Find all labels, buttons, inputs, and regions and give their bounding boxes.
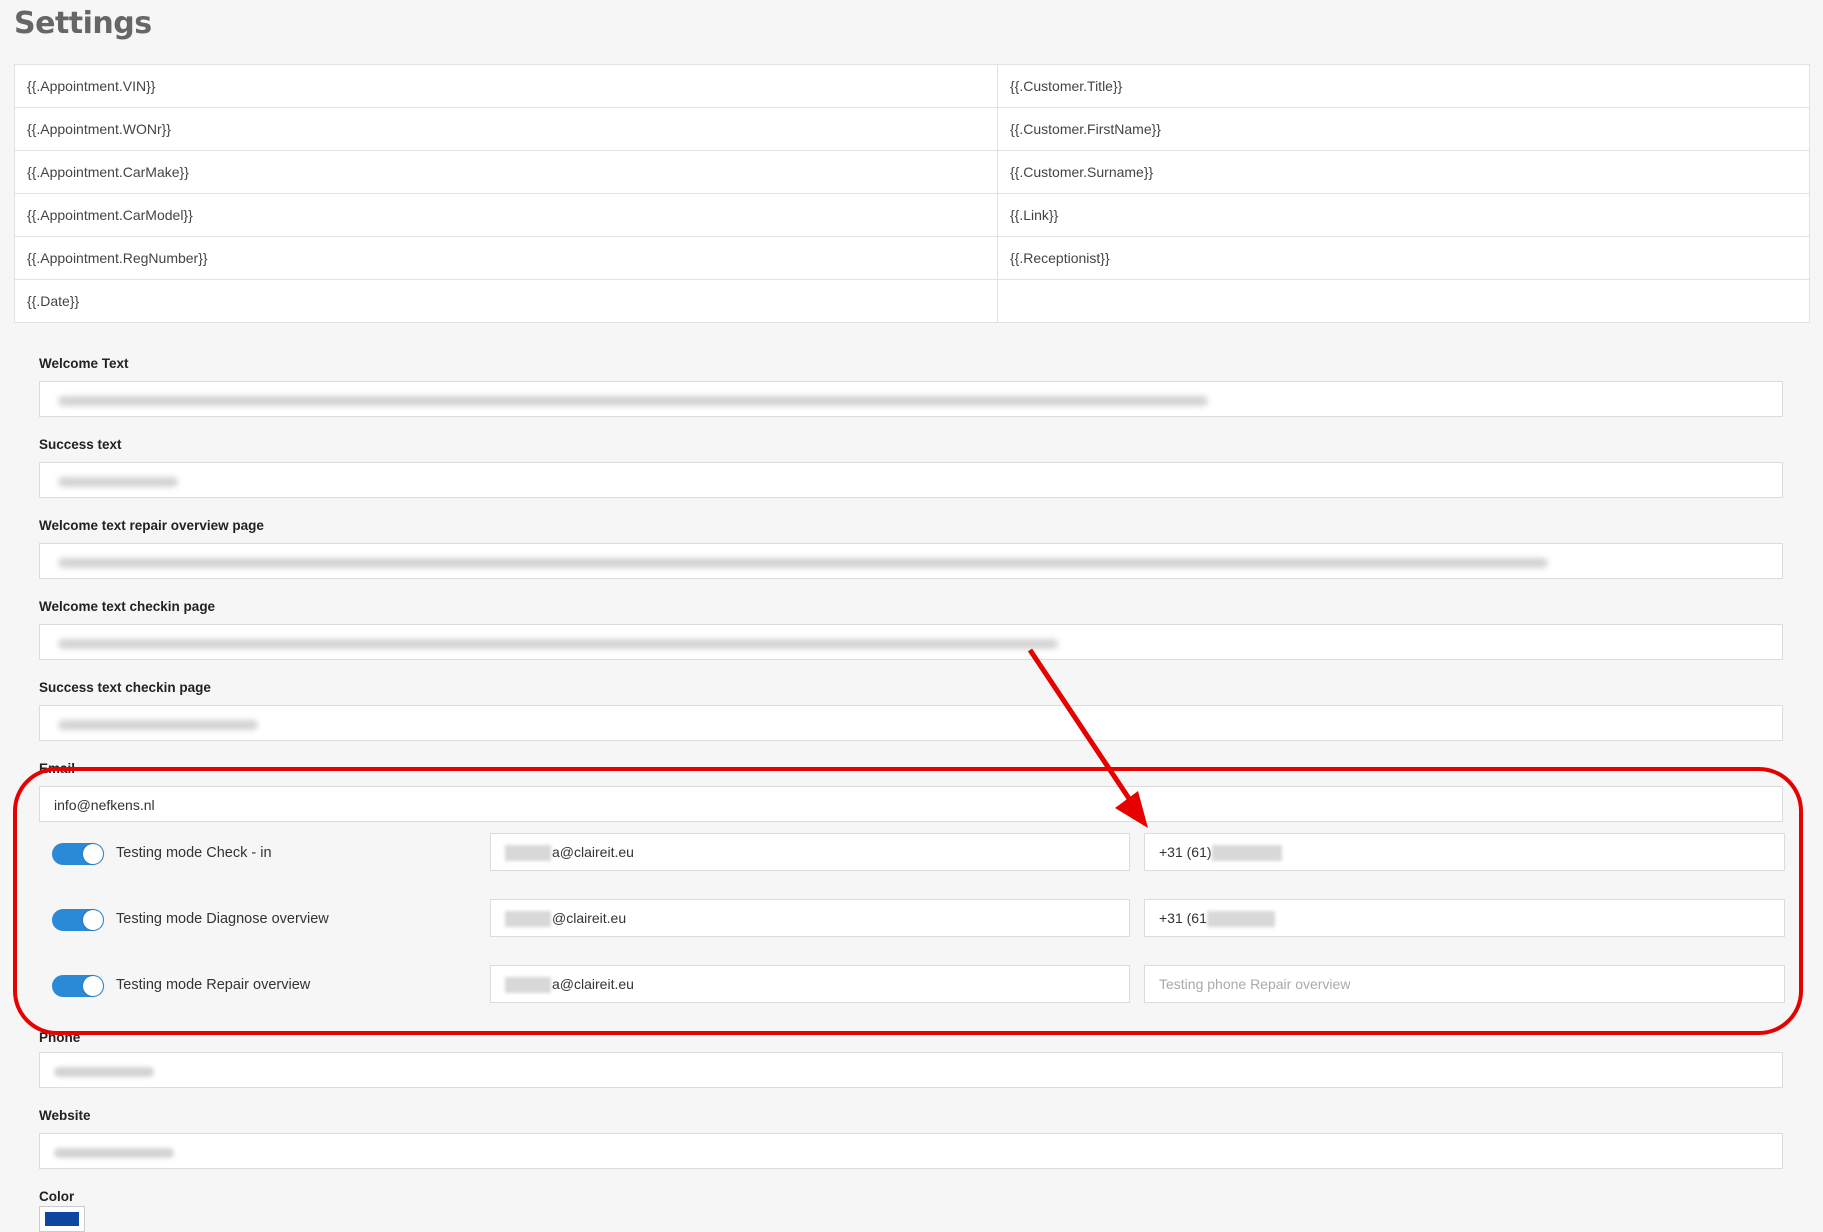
- tag-cell: [997, 279, 1810, 323]
- table-row: {{.Appointment.VIN}} {{.Customer.Title}}: [14, 64, 1810, 108]
- tag-cell: {{.Appointment.CarMake}}: [14, 150, 998, 194]
- welcome-repair-label: Welcome text repair overview page: [39, 518, 264, 533]
- settings-form-bottom: Phone Website Color: [39, 1030, 1785, 1214]
- testing-repair-toggle[interactable]: [52, 975, 104, 997]
- toggle-knob: [83, 910, 103, 930]
- table-row: {{.Appointment.RegNumber}} {{.Receptioni…: [14, 236, 1810, 280]
- testing-row-checkin: Testing mode Check - in a@claireit.eu +3…: [52, 833, 1785, 871]
- phone-placeholder: Testing phone Repair overview: [1159, 976, 1351, 992]
- table-row: {{.Date}}: [14, 279, 1810, 323]
- testing-diagnose-label: Testing mode Diagnose overview: [116, 911, 329, 927]
- testing-checkin-label: Testing mode Check - in: [116, 845, 272, 861]
- redacted-text: [1211, 845, 1282, 862]
- success-checkin-input[interactable]: [39, 705, 1783, 741]
- testing-checkin-email-input[interactable]: a@claireit.eu: [490, 833, 1130, 871]
- testing-repair-label: Testing mode Repair overview: [116, 977, 311, 993]
- table-row: {{.Appointment.WONr}} {{.Customer.FirstN…: [14, 107, 1810, 151]
- tag-cell: {{.Appointment.VIN}}: [14, 64, 998, 108]
- email-label: Email: [39, 761, 76, 776]
- success-checkin-label: Success text checkin page: [39, 680, 211, 695]
- color-label: Color: [39, 1189, 75, 1204]
- testing-diagnose-toggle[interactable]: [52, 909, 104, 931]
- email-input[interactable]: info@nefkens.nl: [39, 786, 1783, 822]
- template-tags-table: {{.Appointment.VIN}} {{.Customer.Title}}…: [14, 64, 1810, 323]
- testing-repair-email-input[interactable]: a@claireit.eu: [490, 965, 1130, 1003]
- color-fill: [45, 1212, 79, 1226]
- website-label: Website: [39, 1108, 91, 1123]
- welcome-text-input[interactable]: [39, 381, 1783, 417]
- tag-cell: {{.Customer.Surname}}: [997, 150, 1810, 194]
- welcome-checkin-label: Welcome text checkin page: [39, 599, 216, 614]
- page-title: Settings: [14, 6, 152, 41]
- welcome-text-label: Welcome Text: [39, 356, 129, 371]
- table-row: {{.Appointment.CarMake}} {{.Customer.Sur…: [14, 150, 1810, 194]
- toggle-knob: [83, 844, 103, 864]
- testing-diagnose-email-input[interactable]: @claireit.eu: [490, 899, 1130, 937]
- tag-cell: {{.Receptionist}}: [997, 236, 1810, 280]
- tag-cell: {{.Appointment.RegNumber}}: [14, 236, 998, 280]
- testing-diagnose-phone-input[interactable]: +31 (61: [1144, 899, 1785, 937]
- success-text-label: Success text: [39, 437, 122, 452]
- settings-form: Welcome Text Success text Welcome text r…: [39, 356, 1785, 842]
- tag-cell: {{.Appointment.CarModel}}: [14, 193, 998, 237]
- table-row: {{.Appointment.CarModel}} {{.Link}}: [14, 193, 1810, 237]
- testing-row-repair: Testing mode Repair overview a@claireit.…: [52, 965, 1785, 1003]
- phone-label: Phone: [39, 1030, 81, 1045]
- testing-row-diagnose: Testing mode Diagnose overview @claireit…: [52, 899, 1785, 937]
- website-input[interactable]: [39, 1133, 1783, 1169]
- page-header: Settings: [0, 0, 1823, 50]
- tag-cell: {{.Customer.FirstName}}: [997, 107, 1810, 151]
- testing-checkin-phone-input[interactable]: +31 (61): [1144, 833, 1785, 871]
- redacted-text: [505, 911, 551, 928]
- redacted-text: [505, 845, 551, 862]
- welcome-repair-input[interactable]: [39, 543, 1783, 579]
- color-picker[interactable]: [39, 1206, 85, 1232]
- phone-input[interactable]: [39, 1052, 1783, 1088]
- welcome-checkin-input[interactable]: [39, 624, 1783, 660]
- testing-checkin-toggle[interactable]: [52, 843, 104, 865]
- toggle-knob: [83, 976, 103, 996]
- redacted-text: [505, 977, 551, 994]
- tag-cell: {{.Customer.Title}}: [997, 64, 1810, 108]
- tag-cell: {{.Link}}: [997, 193, 1810, 237]
- redacted-text: [1206, 911, 1275, 928]
- testing-repair-phone-input[interactable]: Testing phone Repair overview: [1144, 965, 1785, 1003]
- tag-cell: {{.Date}}: [14, 279, 998, 323]
- success-text-input[interactable]: [39, 462, 1783, 498]
- tag-cell: {{.Appointment.WONr}}: [14, 107, 998, 151]
